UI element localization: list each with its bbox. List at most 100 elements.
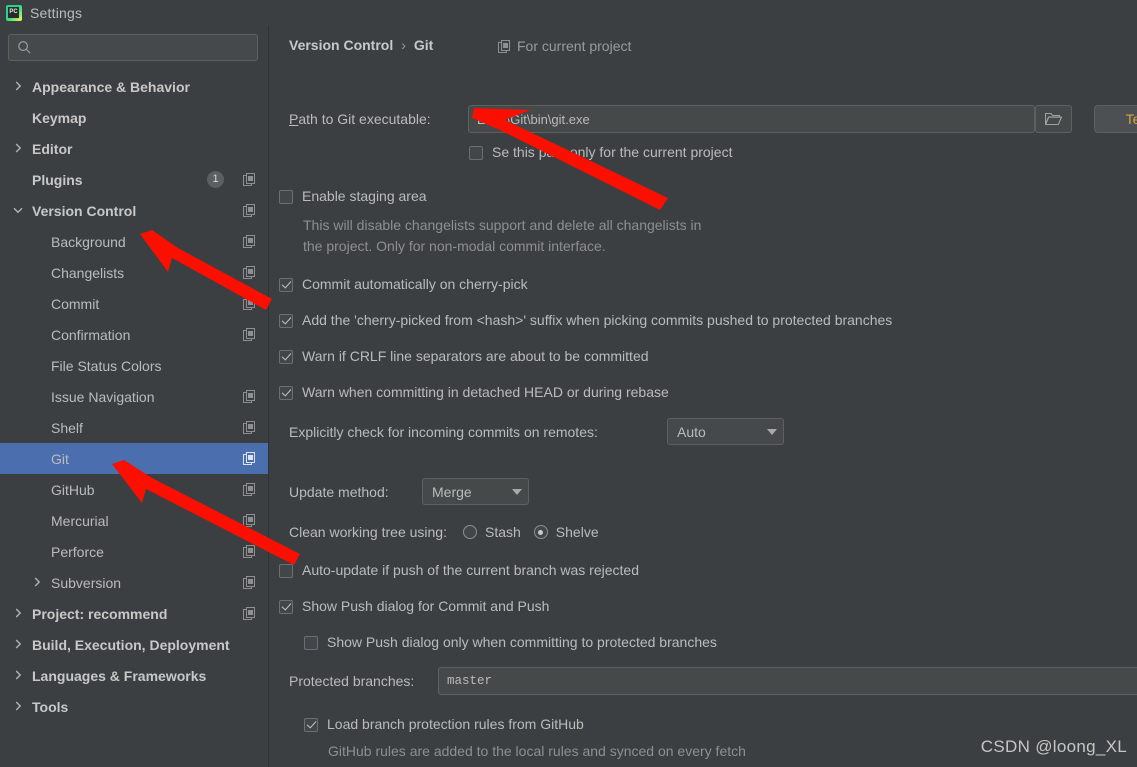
chevron-down-icon bbox=[767, 429, 777, 435]
breadcrumb: Version Control › Git bbox=[289, 37, 433, 53]
project-settings-icon bbox=[243, 545, 256, 558]
show-push-dialog-protected-checkbox[interactable] bbox=[304, 636, 318, 650]
chevron-right-icon[interactable] bbox=[13, 670, 23, 680]
show-push-dialog-row[interactable]: Show Push dialog for Commit and Push bbox=[279, 598, 549, 614]
stash-radio[interactable] bbox=[463, 525, 477, 539]
chevron-right-icon[interactable] bbox=[13, 143, 23, 153]
project-settings-icon bbox=[243, 173, 256, 186]
sidebar-item-label: Git bbox=[51, 451, 69, 467]
load-branch-protection-checkbox[interactable] bbox=[304, 718, 318, 732]
sidebar-item-project-recommend[interactable]: Project: recommend bbox=[0, 598, 268, 629]
explicit-check-label: Explicitly check for incoming commits on… bbox=[289, 424, 598, 440]
shelve-label[interactable]: Shelve bbox=[556, 524, 599, 540]
chevron-right-icon[interactable] bbox=[32, 577, 42, 587]
sidebar-item-background[interactable]: Background bbox=[0, 226, 268, 257]
show-push-dialog-label: Show Push dialog for Commit and Push bbox=[302, 598, 549, 614]
chevron-down-icon[interactable] bbox=[13, 205, 23, 215]
commit-auto-cherry-pick-row[interactable]: Commit automatically on cherry-pick bbox=[279, 276, 528, 292]
warn-crlf-row[interactable]: Warn if CRLF line separators are about t… bbox=[279, 348, 649, 364]
browse-folder-button[interactable] bbox=[1035, 105, 1072, 133]
sidebar-item-label: Version Control bbox=[32, 203, 136, 219]
warn-crlf-checkbox[interactable] bbox=[279, 350, 293, 364]
chevron-right-icon[interactable] bbox=[13, 608, 23, 618]
use-path-current-project-checkbox[interactable] bbox=[469, 146, 483, 160]
auto-update-rejected-checkbox[interactable] bbox=[279, 564, 293, 578]
sidebar-item-changelists[interactable]: Changelists bbox=[0, 257, 268, 288]
sidebar-item-perforce[interactable]: Perforce bbox=[0, 536, 268, 567]
sidebar-item-github[interactable]: GitHub bbox=[0, 474, 268, 505]
watermark: CSDN @loong_XL bbox=[981, 737, 1127, 757]
sidebar-item-issue-navigation[interactable]: Issue Navigation bbox=[0, 381, 268, 412]
sidebar-item-shelf[interactable]: Shelf bbox=[0, 412, 268, 443]
sidebar-item-label: Issue Navigation bbox=[51, 389, 155, 405]
search-box[interactable] bbox=[8, 34, 258, 61]
sidebar-item-plugins[interactable]: Plugins1 bbox=[0, 164, 268, 195]
sidebar-item-label: Editor bbox=[32, 141, 72, 157]
warn-detached-head-label: Warn when committing in detached HEAD or… bbox=[302, 384, 669, 400]
path-label-mnemonic: P bbox=[289, 111, 298, 127]
chevron-right-icon[interactable] bbox=[13, 81, 23, 91]
enable-staging-area-checkbox[interactable] bbox=[279, 190, 293, 204]
window-title: Settings bbox=[30, 5, 82, 21]
sidebar-item-label: Commit bbox=[51, 296, 99, 312]
sidebar-item-commit[interactable]: Commit bbox=[0, 288, 268, 319]
test-button[interactable]: Te bbox=[1094, 105, 1137, 133]
sidebar-item-editor[interactable]: Editor bbox=[0, 133, 268, 164]
enable-staging-area-row[interactable]: Enable staging area bbox=[279, 188, 427, 204]
sidebar-item-appearance-behavior[interactable]: Appearance & Behavior bbox=[0, 71, 268, 102]
search-icon bbox=[17, 40, 32, 55]
sidebar-item-version-control[interactable]: Version Control bbox=[0, 195, 268, 226]
staging-hint-line2: the project. Only for non-modal commit i… bbox=[303, 238, 606, 254]
use-path-current-project-row[interactable]: Se this path only for the current projec… bbox=[469, 144, 732, 160]
for-current-project-badge: For current project bbox=[498, 38, 631, 54]
warn-detached-head-row[interactable]: Warn when committing in detached HEAD or… bbox=[279, 384, 669, 400]
git-executable-path-input[interactable]: E:\git\Git\bin\git.exe bbox=[468, 105, 1035, 133]
warn-detached-head-checkbox[interactable] bbox=[279, 386, 293, 400]
sidebar-item-mercurial[interactable]: Mercurial bbox=[0, 505, 268, 536]
settings-sidebar: Appearance & Behavior Keymap Editor Plugins… bbox=[0, 26, 269, 767]
project-settings-icon bbox=[243, 266, 256, 279]
sidebar-item-label: Perforce bbox=[51, 544, 104, 560]
sidebar-item-keymap[interactable]: Keymap bbox=[0, 102, 268, 133]
update-method-combobox[interactable]: Merge bbox=[422, 478, 529, 505]
stash-label[interactable]: Stash bbox=[485, 524, 521, 540]
show-push-dialog-checkbox[interactable] bbox=[279, 600, 293, 614]
auto-update-rejected-row[interactable]: Auto-update if push of the current branc… bbox=[279, 562, 639, 578]
sidebar-item-label: Subversion bbox=[51, 575, 121, 591]
load-branch-protection-row[interactable]: Load branch protection rules from GitHub bbox=[304, 716, 584, 732]
use-path-current-project-label: Se this path only for the current projec… bbox=[492, 144, 732, 160]
sidebar-item-badge: 1 bbox=[207, 171, 224, 188]
project-settings-icon bbox=[243, 483, 256, 496]
load-branch-protection-label: Load branch protection rules from GitHub bbox=[327, 716, 584, 732]
sidebar-item-tools[interactable]: Tools bbox=[0, 691, 268, 722]
path-to-git-label: Path to Git executable: bbox=[289, 111, 431, 127]
sidebar-item-label: Appearance & Behavior bbox=[32, 79, 190, 95]
sidebar-item-languages-frameworks[interactable]: Languages & Frameworks bbox=[0, 660, 268, 691]
chevron-right-icon[interactable] bbox=[13, 639, 23, 649]
commit-auto-cherry-pick-checkbox[interactable] bbox=[279, 278, 293, 292]
sidebar-item-git[interactable]: Git bbox=[0, 443, 268, 474]
project-settings-icon bbox=[243, 204, 256, 217]
search-input[interactable] bbox=[39, 35, 253, 60]
search-wrap bbox=[0, 26, 268, 67]
folder-icon bbox=[1045, 112, 1062, 126]
sidebar-item-file-status-colors[interactable]: File Status Colors bbox=[0, 350, 268, 381]
sidebar-item-label: GitHub bbox=[51, 482, 95, 498]
project-settings-icon bbox=[243, 607, 256, 620]
sidebar-item-subversion[interactable]: Subversion bbox=[0, 567, 268, 598]
breadcrumb-current: Git bbox=[414, 37, 433, 53]
sidebar-item-build-execution-deployment[interactable]: Build, Execution, Deployment bbox=[0, 629, 268, 660]
add-cherry-picked-suffix-checkbox[interactable] bbox=[279, 314, 293, 328]
add-cherry-picked-suffix-row[interactable]: Add the 'cherry-picked from <hash>' suff… bbox=[279, 312, 892, 328]
enable-staging-area-label: Enable staging area bbox=[302, 188, 427, 204]
shelve-radio[interactable] bbox=[534, 525, 548, 539]
chevron-right-icon[interactable] bbox=[13, 701, 23, 711]
explicit-check-value: Auto bbox=[677, 424, 706, 440]
show-push-dialog-protected-row[interactable]: Show Push dialog only when committing to… bbox=[304, 634, 717, 650]
breadcrumb-parent[interactable]: Version Control bbox=[289, 37, 393, 53]
explicit-check-combobox[interactable]: Auto bbox=[667, 418, 784, 445]
clean-working-tree-row: Clean working tree using: Stash Shelve bbox=[289, 524, 599, 540]
sidebar-item-confirmation[interactable]: Confirmation bbox=[0, 319, 268, 350]
protected-branches-value: master bbox=[447, 674, 492, 688]
protected-branches-input[interactable]: master bbox=[438, 667, 1137, 695]
